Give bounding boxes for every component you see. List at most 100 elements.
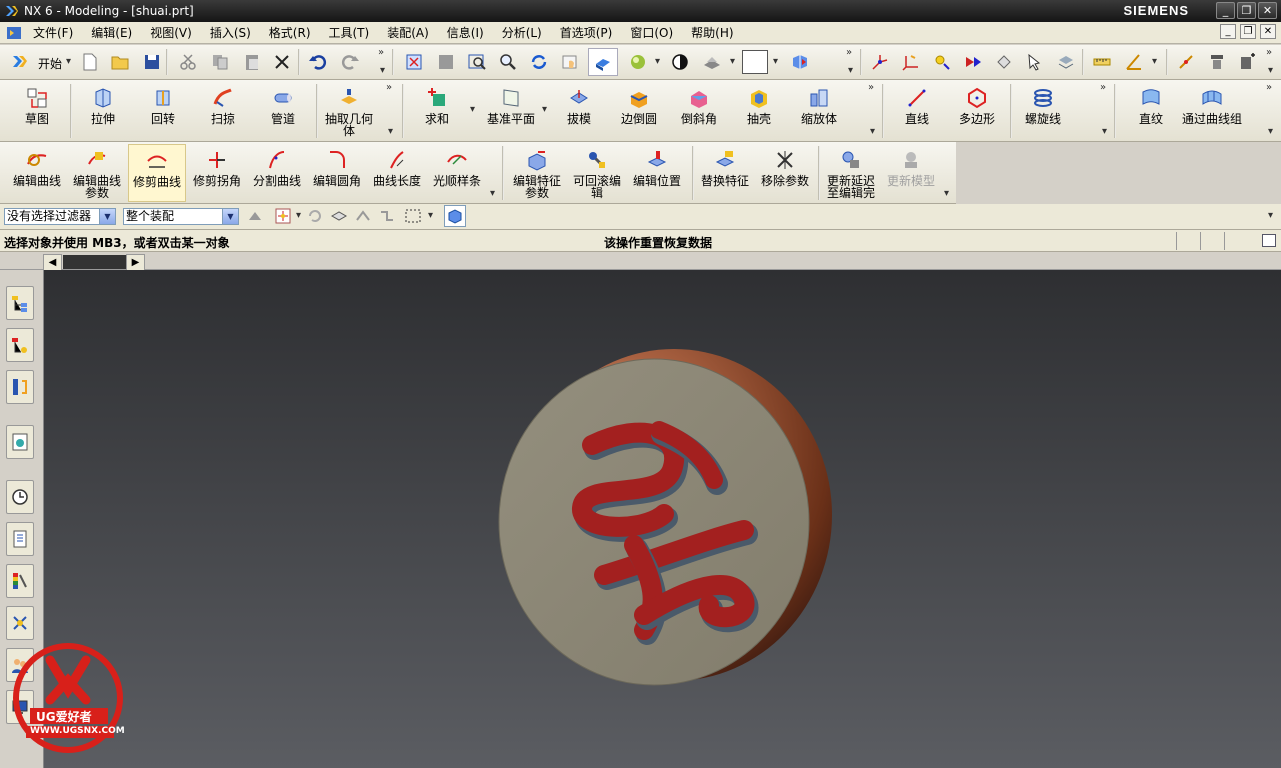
select-solid-icon[interactable] [444, 205, 466, 227]
select-body-icon[interactable] [328, 205, 350, 227]
trim-curve-button[interactable]: 修剪曲线 [128, 144, 186, 202]
delay-update-button[interactable]: 更新延迟至编辑完 [822, 144, 880, 202]
start-icon[interactable] [8, 50, 32, 74]
shell-button[interactable]: 抽壳 [730, 82, 788, 140]
scroll-left-button[interactable]: ◀ [43, 254, 62, 271]
assembly-icon[interactable] [1174, 50, 1198, 74]
doc-minimize-button[interactable]: _ [1220, 24, 1236, 39]
component-icon[interactable] [1205, 50, 1229, 74]
reuse-library-tab[interactable] [6, 606, 34, 640]
open-folder-icon[interactable] [108, 50, 132, 74]
cut-icon[interactable] [176, 50, 200, 74]
minimize-button[interactable]: _ [1216, 2, 1235, 19]
pointer-icon[interactable] [1023, 50, 1047, 74]
replace-feature-button[interactable]: 替换特征 [696, 144, 754, 202]
unite-button[interactable]: 求和 [408, 82, 466, 140]
menu-insert[interactable]: 插入(S) [201, 24, 260, 41]
menu-file[interactable]: 文件(F) [24, 24, 82, 41]
menu-format[interactable]: 格式(R) [260, 24, 320, 41]
extrude-button[interactable]: 拉伸 [74, 82, 132, 140]
helix-button[interactable]: 螺旋线 [1014, 82, 1072, 140]
zoom-window-icon[interactable] [465, 50, 489, 74]
assembly-navigator-tab[interactable] [6, 286, 34, 320]
menu-view[interactable]: 视图(V) [141, 24, 201, 41]
tube-button[interactable]: 管道 [254, 82, 312, 140]
snap-settings-icon[interactable] [272, 205, 294, 227]
remove-params-button[interactable]: 移除参数 [756, 144, 814, 202]
scale-body-button[interactable]: 缩放体 [790, 82, 848, 140]
menu-information[interactable]: 信息(I) [438, 24, 493, 41]
edit-feature-params-button[interactable]: 编辑特征参数 [508, 144, 566, 202]
snap-point-icon[interactable] [930, 50, 954, 74]
extract-geometry-button[interactable]: 抽取几何体 [320, 82, 378, 140]
redo-icon[interactable] [338, 50, 362, 74]
smooth-spline-button[interactable]: 光顺样条 [428, 144, 486, 202]
start-button[interactable]: 开始 [38, 55, 62, 72]
select-feature-chain-icon[interactable] [376, 205, 398, 227]
fit-view-icon[interactable] [402, 50, 426, 74]
constraint-navigator-tab[interactable] [6, 328, 34, 362]
save-icon[interactable] [140, 50, 164, 74]
zoom-icon[interactable] [496, 50, 520, 74]
select-face-icon[interactable] [1054, 50, 1078, 74]
type-filter-icon[interactable] [244, 205, 266, 227]
pan-icon[interactable] [558, 50, 582, 74]
undo-icon[interactable] [306, 50, 330, 74]
scroll-thumb[interactable] [63, 255, 126, 269]
copy-icon[interactable] [208, 50, 232, 74]
edit-fillet-button[interactable]: 编辑圆角 [308, 144, 366, 202]
menu-analysis[interactable]: 分析(L) [493, 24, 551, 41]
menu-help[interactable]: 帮助(H) [682, 24, 742, 41]
draft-button[interactable]: 拔模 [550, 82, 608, 140]
ruled-button[interactable]: 直纹 [1122, 82, 1180, 140]
contrast-icon[interactable] [668, 50, 692, 74]
menu-window[interactable]: 窗口(O) [621, 24, 682, 41]
point-icon[interactable] [868, 50, 892, 74]
curve-length-button[interactable]: 曲线长度 [368, 144, 426, 202]
part-navigator-tab[interactable] [6, 370, 34, 404]
rotate-icon[interactable] [527, 50, 551, 74]
sketch-button[interactable]: 草图 [8, 82, 66, 140]
undo-selection-icon[interactable] [304, 205, 326, 227]
delete-icon[interactable] [270, 50, 294, 74]
sweep-button[interactable]: 扫掠 [194, 82, 252, 140]
datum-plane-button[interactable]: 基准平面 [480, 82, 542, 140]
sphere-shading-icon[interactable] [626, 50, 650, 74]
selection-arrow-icon[interactable] [961, 50, 985, 74]
chamfer-button[interactable]: 倒斜角 [670, 82, 728, 140]
edit-position-button[interactable]: 编辑位置 [628, 144, 686, 202]
trim-corner-button[interactable]: 修剪拐角 [188, 144, 246, 202]
line-button[interactable]: 直线 [888, 82, 946, 140]
background-color-icon[interactable] [742, 50, 768, 74]
edit-curve-params-button[interactable]: 编辑曲线参数 [68, 144, 126, 202]
history-clock-tab[interactable] [6, 480, 34, 514]
datum-csys-icon[interactable] [899, 50, 923, 74]
system-materials-tab[interactable] [6, 522, 34, 556]
select-connected-icon[interactable] [352, 205, 374, 227]
close-button[interactable]: ✕ [1258, 2, 1277, 19]
measure-distance-icon[interactable] [1090, 50, 1114, 74]
rectangle-select-icon[interactable] [402, 205, 424, 227]
menu-assemblies[interactable]: 装配(A) [378, 24, 438, 41]
menu-tools[interactable]: 工具(T) [320, 24, 379, 41]
select-feature-icon[interactable] [992, 50, 1016, 74]
rollback-edit-button[interactable]: 可回滚编辑 [568, 144, 626, 202]
measure-angle-icon[interactable] [1122, 50, 1146, 74]
scroll-right-button[interactable]: ▶ [126, 254, 145, 271]
layer-icon[interactable] [700, 50, 724, 74]
paste-icon[interactable] [240, 50, 264, 74]
history-tab[interactable] [6, 425, 34, 459]
status-fullscreen-icon[interactable] [1262, 234, 1276, 247]
zoom-area-icon[interactable] [434, 50, 458, 74]
menu-preferences[interactable]: 首选项(P) [551, 24, 622, 41]
edit-curve-button[interactable]: 编辑曲线 [8, 144, 66, 202]
doc-restore-button[interactable]: ❐ [1240, 24, 1256, 39]
revolve-button[interactable]: 回转 [134, 82, 192, 140]
shaded-view-icon[interactable] [588, 48, 618, 76]
selection-scope-dropdown[interactable]: 整个装配 ▼ [123, 208, 239, 225]
through-curves-button[interactable]: 通过曲线组 [1182, 82, 1242, 140]
update-model-button[interactable]: 更新模型 [882, 144, 940, 202]
palette-tab[interactable] [6, 564, 34, 598]
polygon-button[interactable]: 多边形 [948, 82, 1006, 140]
orient-view-icon[interactable] [788, 50, 812, 74]
